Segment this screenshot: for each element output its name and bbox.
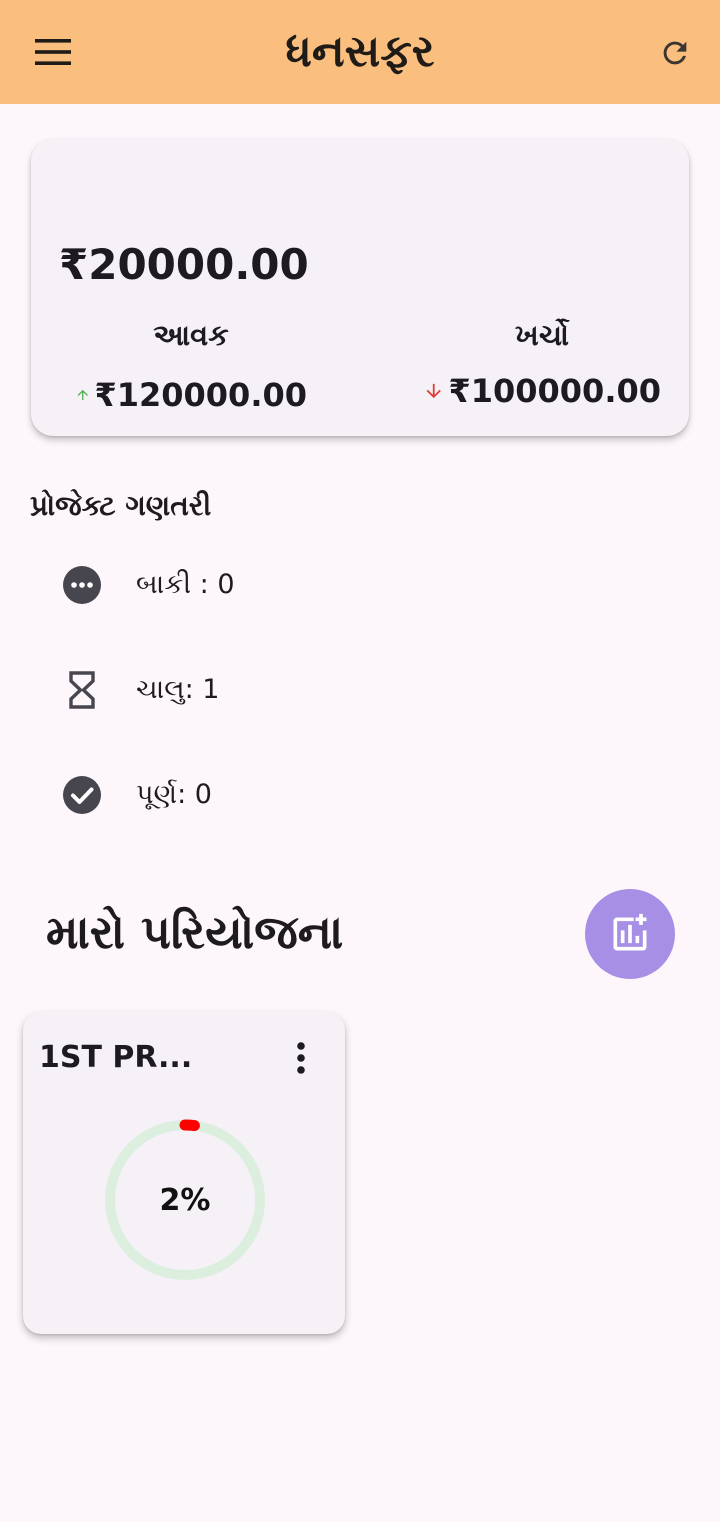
project-count-heading: પ્રોજેક્ટ ગણતરી (30, 489, 212, 522)
check-circle-icon (63, 776, 101, 814)
in-progress-count-text: ચાલુ: 1 (136, 674, 220, 705)
in-progress-count-row: ચાલુ: 1 (60, 668, 219, 712)
income-summary: આવક ₹120000.00 (75, 315, 307, 415)
more-horizontal-circle-icon (63, 566, 101, 604)
hourglass-icon (69, 671, 95, 709)
income-amount: ₹120000.00 (94, 376, 307, 414)
project-progress-label: 2% (159, 1182, 211, 1218)
more-vertical-icon (297, 1042, 305, 1074)
my-projects-heading: મારો પરિયોજના (46, 905, 344, 959)
pending-count-row: બાકી : 0 (60, 563, 235, 607)
expense-amount: ₹100000.00 (448, 372, 661, 410)
add-chart-icon (613, 913, 647, 951)
balance-card: ₹20000.00 આવક ₹120000.00 ખર્ચો ₹100000.0… (31, 139, 689, 436)
app-title: ધનસફર (285, 26, 435, 77)
expense-label: ખર્ચો (515, 318, 569, 352)
project-name: 1ST PR... (39, 1040, 193, 1075)
expense-amount-row: ₹100000.00 (423, 371, 661, 411)
arrow-up-icon (77, 389, 88, 401)
add-project-button[interactable] (585, 889, 675, 979)
refresh-button[interactable] (648, 28, 702, 78)
income-label: આવક (153, 318, 229, 352)
completed-count-row: પૂર્ણ: 0 (60, 773, 212, 817)
income-amount-row: ₹120000.00 (75, 375, 307, 415)
refresh-icon (663, 41, 687, 65)
total-balance: ₹20000.00 (59, 240, 309, 289)
app-bar: ધનસફર (0, 0, 720, 104)
completed-count-text: પૂર્ણ: 0 (136, 779, 212, 810)
project-card[interactable]: 1ST PR... 2% (23, 1012, 345, 1334)
project-options-button[interactable] (281, 1036, 321, 1080)
pending-count-text: બાકી : 0 (136, 569, 235, 600)
arrow-down-icon (426, 383, 441, 399)
expense-summary: ખર્ચો ₹100000.00 (423, 315, 661, 411)
